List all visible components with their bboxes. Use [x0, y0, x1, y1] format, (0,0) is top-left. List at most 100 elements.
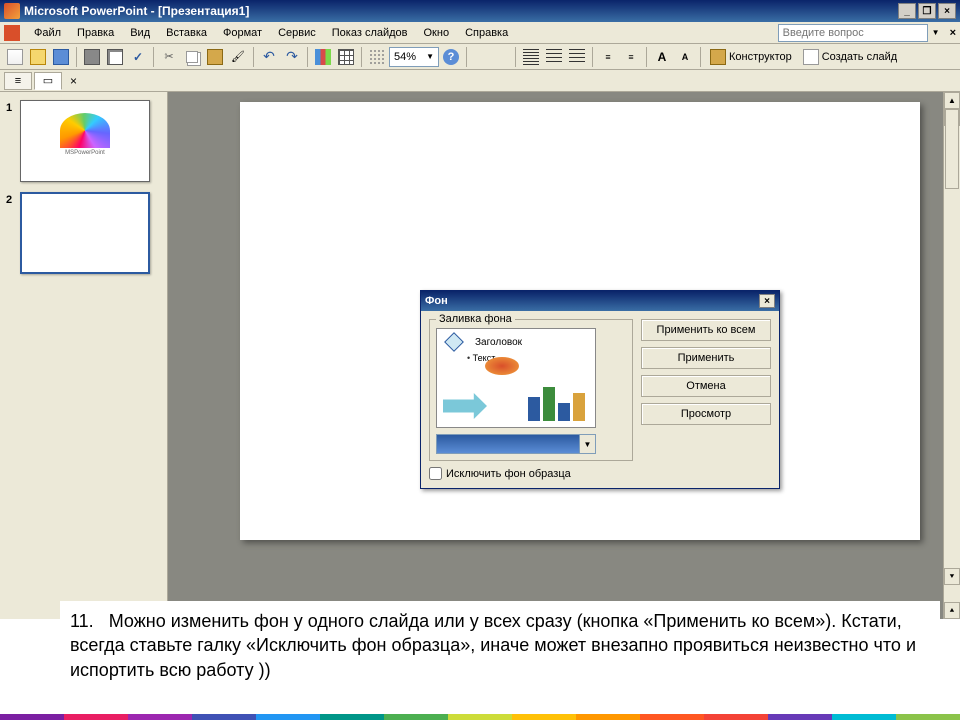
thumbnail-item[interactable]: 2: [6, 192, 161, 274]
exclude-master-checkbox[interactable]: Исключить фон образца: [429, 467, 633, 480]
brush-icon: 🖌: [231, 50, 245, 63]
preview-button[interactable]: Просмотр: [641, 403, 771, 425]
dialog-buttons: Применить ко всем Применить Отмена Просм…: [641, 319, 771, 480]
slide-thumbnails-pane: 1 MSPowerPoint 2: [0, 92, 168, 619]
font-grow-button[interactable]: A: [651, 46, 673, 68]
separator: [307, 47, 308, 67]
background-dialog: Фон × Заливка фона Заголовок Текст ▼: [420, 290, 780, 489]
separator: [700, 47, 701, 67]
help-dropdown-arrow[interactable]: ▼: [932, 28, 940, 37]
exclude-master-input[interactable]: [429, 467, 442, 480]
menu-bar: Файл Правка Вид Вставка Формат Сервис По…: [0, 22, 960, 44]
thumbnail-preview[interactable]: MSPowerPoint: [20, 100, 150, 182]
window-title: Microsoft PowerPoint - [Презентация1]: [24, 4, 898, 18]
menu-view[interactable]: Вид: [122, 25, 158, 41]
minimize-button[interactable]: _: [898, 3, 916, 19]
numbering-icon: [569, 49, 585, 65]
preview-icon: [107, 49, 123, 65]
doc-icon: [4, 25, 20, 41]
format-painter-button[interactable]: 🖌: [227, 46, 249, 68]
zoom-value: 54%: [394, 51, 416, 63]
slides-tab[interactable]: ▭: [34, 72, 62, 90]
vertical-scrollbar[interactable]: ▲ ▼ ⯅ ⯆: [943, 92, 960, 619]
apply-all-button[interactable]: Применить ко всем: [641, 319, 771, 341]
fill-group-label: Заливка фона: [436, 313, 515, 325]
menu-tools[interactable]: Сервис: [270, 25, 324, 41]
pane-close-button[interactable]: ×: [70, 74, 77, 88]
redo-icon: ↷: [286, 48, 298, 65]
increase-indent-button[interactable]: ≡: [620, 46, 642, 68]
cancel-button[interactable]: Отмена: [641, 375, 771, 397]
instruction-caption: 11. Можно изменить фон у одного слайда и…: [60, 601, 940, 690]
help-button[interactable]: ?: [440, 46, 462, 68]
grid-icon: [369, 49, 385, 65]
thumbnail-number: 1: [6, 100, 20, 182]
clipboard-icon: [207, 49, 223, 65]
thumbnail-item[interactable]: 1 MSPowerPoint: [6, 100, 161, 182]
bottom-color-strip: [0, 714, 960, 720]
table-button[interactable]: [335, 46, 357, 68]
chart-button[interactable]: [312, 46, 334, 68]
prev-slide-button[interactable]: ⯅: [944, 602, 960, 619]
outline-tab[interactable]: ≡: [4, 72, 32, 90]
menu-format[interactable]: Формат: [215, 25, 270, 41]
standard-toolbar: ✓ ✂ 🖌 ↶ ↷ 54% ▼ ? ≡ ≡ A A Конструктор Со…: [0, 44, 960, 70]
save-icon: [53, 49, 69, 65]
next-slide-button[interactable]: ⯆: [944, 568, 960, 585]
spellcheck-button[interactable]: ✓: [127, 46, 149, 68]
window-controls: _ ❐ ×: [898, 3, 956, 19]
fill-groupbox: Заливка фона Заголовок Текст ▼: [429, 319, 633, 461]
zoom-dropdown[interactable]: 54% ▼: [389, 47, 439, 67]
chevron-down-icon: ▼: [426, 52, 434, 61]
grid-button[interactable]: [366, 46, 388, 68]
font-shrink-button[interactable]: A: [674, 46, 696, 68]
undo-button[interactable]: ↶: [258, 46, 280, 68]
menu-help[interactable]: Справка: [457, 25, 516, 41]
bullets-button[interactable]: [543, 46, 565, 68]
new-icon: [7, 49, 23, 65]
help-icon: ?: [443, 49, 459, 65]
menu-insert[interactable]: Вставка: [158, 25, 215, 41]
dialog-title-text: Фон: [425, 295, 448, 307]
mdi-close-button[interactable]: ×: [950, 27, 956, 39]
designer-button[interactable]: Конструктор: [705, 46, 797, 68]
diamond-shape-icon: [444, 332, 464, 352]
folder-open-icon: [30, 49, 46, 65]
menu-window[interactable]: Окно: [416, 25, 458, 41]
thumbnail-number: 2: [6, 192, 20, 274]
redo-button[interactable]: ↷: [281, 46, 303, 68]
new-slide-label: Создать слайд: [822, 51, 897, 63]
apply-button[interactable]: Применить: [641, 347, 771, 369]
font-shrink-icon: A: [682, 52, 689, 62]
cut-button[interactable]: ✂: [158, 46, 180, 68]
decrease-indent-button[interactable]: ≡: [597, 46, 619, 68]
dialog-close-button[interactable]: ×: [759, 294, 775, 308]
caption-number: 11.: [70, 611, 94, 631]
menu-slideshow[interactable]: Показ слайдов: [324, 25, 416, 41]
paste-button[interactable]: [204, 46, 226, 68]
align-left-icon: [523, 49, 539, 65]
new-slide-button[interactable]: Создать слайд: [798, 46, 902, 68]
fill-color-dropdown[interactable]: ▼: [436, 434, 596, 454]
scroll-up-button[interactable]: ▲: [944, 92, 960, 109]
dialog-body: Заливка фона Заголовок Текст ▼ Исключить…: [421, 311, 779, 488]
align-left-button[interactable]: [520, 46, 542, 68]
numbering-button[interactable]: [566, 46, 588, 68]
help-search-input[interactable]: [778, 24, 928, 42]
slides-icon: ▭: [43, 74, 53, 87]
menu-file[interactable]: Файл: [26, 25, 69, 41]
open-button[interactable]: [27, 46, 49, 68]
restore-button[interactable]: ❐: [918, 3, 936, 19]
new-button[interactable]: [4, 46, 26, 68]
menu-edit[interactable]: Правка: [69, 25, 122, 41]
preview-button[interactable]: [104, 46, 126, 68]
view-tabs: ≡ ▭ ×: [0, 70, 960, 92]
save-button[interactable]: [50, 46, 72, 68]
scroll-thumb[interactable]: [945, 109, 959, 189]
close-button[interactable]: ×: [938, 3, 956, 19]
print-button[interactable]: [81, 46, 103, 68]
exclude-master-label: Исключить фон образца: [446, 468, 571, 480]
copy-button[interactable]: [181, 46, 203, 68]
thumbnail-preview-selected[interactable]: [20, 192, 150, 274]
dialog-titlebar[interactable]: Фон ×: [421, 291, 779, 311]
